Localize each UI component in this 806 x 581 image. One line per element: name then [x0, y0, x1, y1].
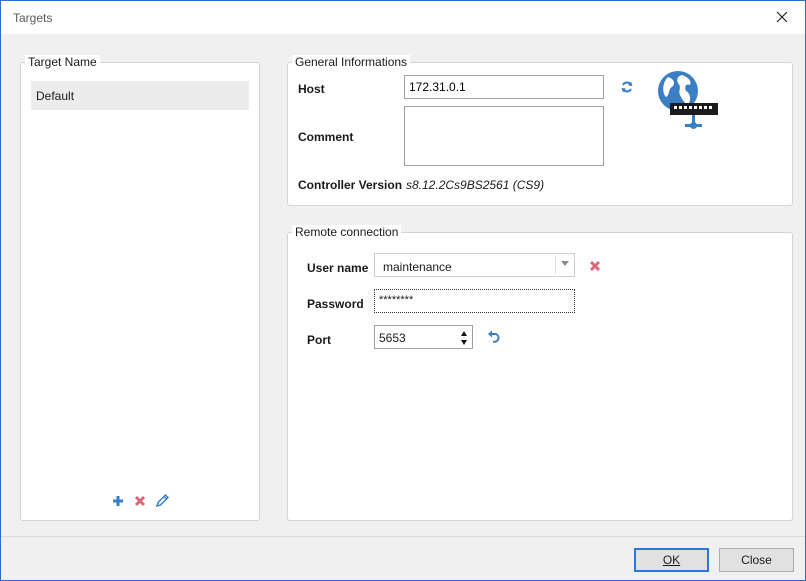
- chevron-down-icon[interactable]: [561, 261, 569, 266]
- refresh-icon[interactable]: [620, 80, 634, 94]
- port-label: Port: [307, 333, 331, 347]
- user-name-value: maintenance: [383, 260, 452, 274]
- targets-dialog: Targets Target Name Default General Info…: [0, 0, 806, 581]
- password-field[interactable]: ********: [374, 289, 575, 313]
- controller-version-label: Controller Version: [298, 178, 403, 192]
- target-name-group: Target Name Default: [20, 55, 260, 521]
- dialog-body: Target Name Default General Informations…: [1, 34, 805, 536]
- remote-connection-group: Remote connection User name maintenance …: [287, 225, 793, 521]
- ok-button[interactable]: OK: [634, 548, 709, 572]
- window-title: Targets: [13, 11, 53, 25]
- clear-user-icon[interactable]: [589, 260, 601, 272]
- delete-target-icon[interactable]: [134, 495, 146, 507]
- target-name-legend: Target Name: [25, 55, 100, 70]
- host-input[interactable]: [404, 75, 604, 99]
- remote-connection-legend: Remote connection: [292, 225, 402, 240]
- comment-field[interactable]: [404, 106, 604, 166]
- password-value: ********: [379, 294, 414, 306]
- title-bar: Targets: [1, 1, 805, 34]
- add-target-icon[interactable]: [112, 495, 124, 507]
- comment-label: Comment: [298, 130, 354, 144]
- reset-port-icon[interactable]: [487, 330, 501, 344]
- dialog-footer: OK Close: [1, 536, 805, 580]
- general-info-group: General Informations Host 172.31.0.1 Com…: [287, 55, 793, 206]
- password-label: Password: [307, 297, 364, 311]
- port-value: 5653: [379, 331, 406, 345]
- controller-version-value: s8.12.2Cs9BS2561 (CS9): [406, 178, 545, 192]
- ok-button-label: OK: [662, 553, 681, 567]
- target-list-item-label: Default: [36, 89, 75, 103]
- stepper-down-icon[interactable]: [461, 340, 467, 345]
- target-list-item-default[interactable]: Default: [31, 81, 249, 110]
- edit-target-icon[interactable]: [155, 493, 170, 508]
- close-window-icon[interactable]: [773, 7, 791, 27]
- stepper-up-icon[interactable]: [461, 331, 467, 336]
- close-button-label: Close: [741, 553, 772, 567]
- network-controller-icon: [656, 69, 722, 133]
- user-name-label: User name: [307, 261, 369, 275]
- user-name-combo[interactable]: maintenance: [374, 253, 575, 277]
- port-stepper[interactable]: 5653: [374, 325, 473, 349]
- close-button[interactable]: Close: [719, 548, 794, 572]
- host-label: Host: [298, 82, 325, 96]
- general-info-legend: General Informations: [292, 55, 411, 70]
